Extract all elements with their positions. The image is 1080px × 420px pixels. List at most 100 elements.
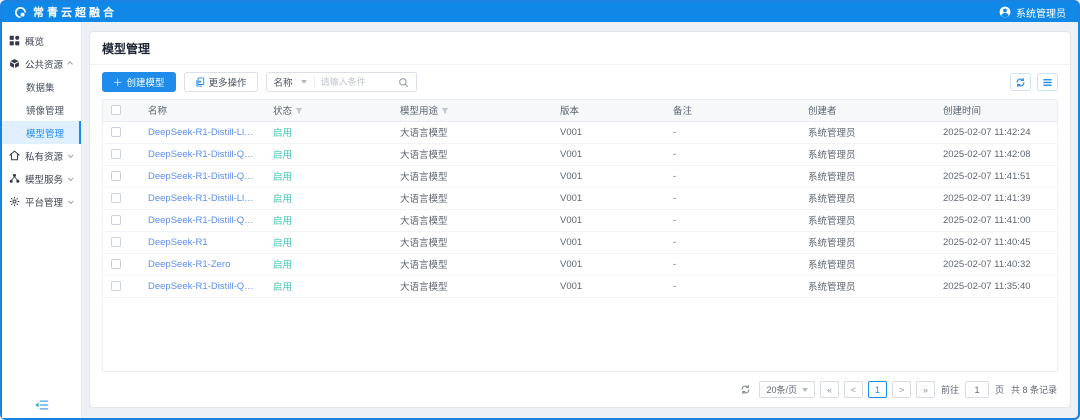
next-page-button[interactable]: > [892,381,911,398]
row-checkbox[interactable] [111,193,121,203]
row-checkbox[interactable] [111,281,121,291]
cell-usage: 大语言模型 [392,121,552,143]
sidebar-item-label: 数据集 [26,80,55,94]
more-actions-button[interactable]: 更多操作 [184,72,258,92]
first-page-button[interactable]: « [820,381,839,398]
cell-version: V001 [552,187,665,209]
dashboard-icon [9,35,20,46]
row-checkbox[interactable] [111,149,121,159]
cell-version: V001 [552,231,665,253]
filter-icon[interactable] [441,107,449,115]
cell-name[interactable]: DeepSeek-R1-Distill-Qwen-32B [140,143,265,165]
cell-name[interactable]: DeepSeek-R1 [140,231,265,253]
sidebar-item-label: 公共资源 [25,57,63,71]
model-table-container: 名称 状态 模型用途 版本 备注 创建者 创建时间 DeepSeek-R1-Di… [102,99,1058,372]
content-card: 模型管理 ＋ 创建模型 更多操作 名称 [89,31,1071,408]
cell-creator: 系统管理员 [800,143,935,165]
search-field-value: 名称 [274,75,293,89]
column-settings-button[interactable] [1037,73,1058,91]
sidebar-item-public-resources[interactable]: 公共资源 [2,52,81,75]
cell-status: 启用 [265,143,392,165]
row-checkbox[interactable] [111,127,121,137]
cell-creator: 系统管理员 [800,165,935,187]
cell-remark: - [665,143,800,165]
create-model-button[interactable]: ＋ 创建模型 [102,72,176,92]
table-row: DeepSeek-R1-Distill-Qwen-14B启用大语言模型V001-… [103,165,1057,187]
cluster-icon [9,173,20,184]
sidebar-item-image-management[interactable]: 镜像管理 [2,98,81,121]
select-all-checkbox[interactable] [111,105,121,115]
cell-name[interactable]: DeepSeek-R1-Distill-Qwen-14B [140,165,265,187]
header-creator: 创建者 [800,100,935,121]
filter-icon[interactable] [295,107,303,115]
sidebar-item-private-resources[interactable]: 私有资源 [2,144,81,167]
total-records-label: 共 8 条记录 [1011,383,1057,396]
brand: 常青云超融合 [14,4,117,20]
refresh-button[interactable] [1010,73,1031,91]
row-checkbox[interactable] [111,215,121,225]
last-page-button[interactable]: » [916,381,935,398]
sidebar-item-label: 概览 [25,34,44,48]
row-checkbox[interactable] [111,171,121,181]
cell-version: V001 [552,209,665,231]
sidebar-item-model-management[interactable]: 模型管理 [2,121,81,144]
toolbar: ＋ 创建模型 更多操作 名称 [90,65,1070,99]
page-size-value: 20条/页 [766,383,797,396]
cell-usage: 大语言模型 [392,231,552,253]
sidebar-item-overview[interactable]: 概览 [2,29,81,52]
chevron-down-icon [68,152,74,158]
sidebar-item-label: 平台管理 [25,195,63,209]
header-usage: 模型用途 [392,100,552,121]
header-name: 名称 [140,100,265,121]
cell-created: 2025-02-07 11:40:32 [935,253,1057,275]
brand-logo-icon [14,6,27,19]
search-field-select[interactable]: 名称 [267,75,314,89]
list-icon [1042,77,1053,88]
user-menu[interactable]: 系统管理员 [999,5,1066,20]
row-checkbox[interactable] [111,237,121,247]
cell-creator: 系统管理员 [800,187,935,209]
cell-status: 启用 [265,253,392,275]
cell-status: 启用 [265,187,392,209]
table-row: DeepSeek-R1启用大语言模型V001-系统管理员2025-02-07 1… [103,231,1057,253]
cell-created: 2025-02-07 11:41:51 [935,165,1057,187]
cube-icon [9,58,20,69]
header-remark: 备注 [665,100,800,121]
goto-page-input[interactable] [965,381,989,398]
search-input[interactable] [315,77,397,87]
model-table: 名称 状态 模型用途 版本 备注 创建者 创建时间 DeepSeek-R1-Di… [103,100,1057,298]
sidebar-item-model-service[interactable]: 模型服务 [2,167,81,190]
table-row: DeepSeek-R1-Distill-Qwen-1.5B启用大语言模型V001… [103,209,1057,231]
cell-remark: - [665,231,800,253]
create-model-label: 创建模型 [127,75,165,89]
search-combo: 名称 [266,72,417,92]
current-page-button[interactable]: 1 [868,381,887,398]
prev-page-button[interactable]: < [844,381,863,398]
refresh-icon[interactable] [740,384,751,395]
search-icon[interactable] [398,77,409,88]
cell-name[interactable]: DeepSeek-R1-Distill-Llama-70B [140,121,265,143]
cell-name[interactable]: DeepSeek-R1-Zero [140,253,265,275]
page-size-select[interactable]: 20条/页 [759,381,815,398]
cell-version: V001 [552,143,665,165]
cell-name[interactable]: DeepSeek-R1-Distill-Llama-8B [140,187,265,209]
sidebar-item-label: 模型管理 [26,126,64,140]
sidebar-collapse-icon[interactable] [35,399,49,411]
cell-version: V001 [552,253,665,275]
cell-name[interactable]: DeepSeek-R1-Distill-Qwen-7B [140,275,265,297]
chevron-down-icon [301,80,307,84]
main-area: 模型管理 ＋ 创建模型 更多操作 名称 [82,22,1078,418]
user-avatar-icon [999,6,1011,18]
more-actions-label: 更多操作 [209,75,247,89]
cell-name[interactable]: DeepSeek-R1-Distill-Qwen-1.5B [140,209,265,231]
cell-created: 2025-02-07 11:42:24 [935,121,1057,143]
sidebar-item-platform-management[interactable]: 平台管理 [2,190,81,213]
table-row: DeepSeek-R1-Distill-Llama-70B启用大语言模型V001… [103,121,1057,143]
plus-icon: ＋ [113,75,123,89]
row-checkbox[interactable] [111,259,121,269]
cell-version: V001 [552,275,665,297]
cell-status: 启用 [265,165,392,187]
sidebar-item-dataset[interactable]: 数据集 [2,75,81,98]
cell-creator: 系统管理员 [800,275,935,297]
cell-usage: 大语言模型 [392,187,552,209]
